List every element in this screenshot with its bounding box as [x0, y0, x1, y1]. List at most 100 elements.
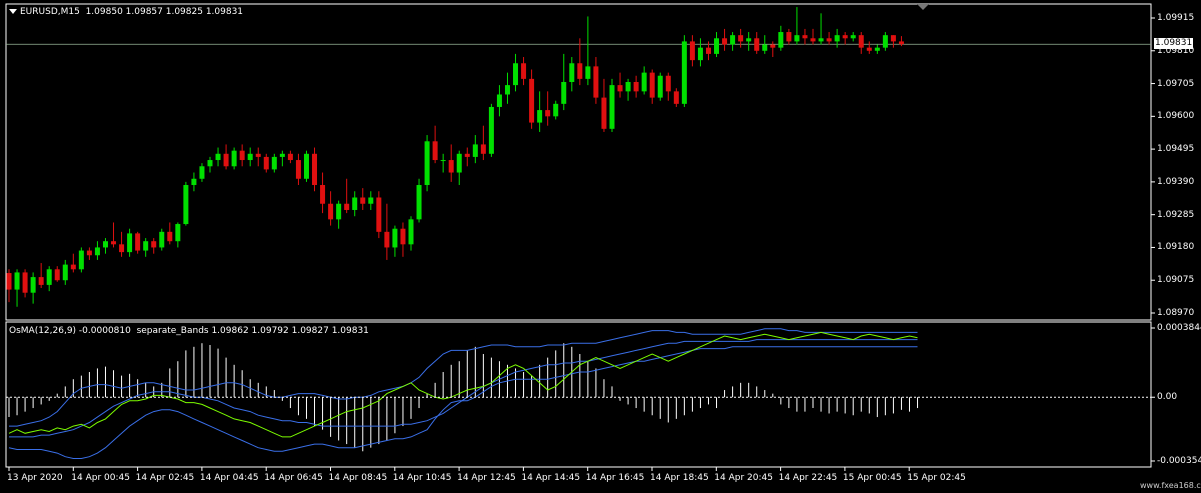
candle-body [207, 160, 213, 167]
candle-body [271, 156, 277, 170]
candle [762, 35, 768, 54]
candle [472, 135, 478, 164]
candle-body [424, 141, 430, 186]
candle-body [496, 94, 502, 107]
candle-body [408, 219, 414, 245]
candle-body [794, 35, 800, 42]
candle [111, 222, 117, 248]
candle [175, 222, 181, 248]
price-axis-label: 1.09495 [1157, 144, 1195, 155]
candle-body [464, 153, 470, 157]
candle-body [858, 35, 864, 48]
candle [722, 28, 728, 51]
candle [778, 25, 784, 51]
candle-body [762, 44, 768, 51]
candle [480, 125, 486, 161]
candle [577, 38, 583, 86]
candle-body [239, 150, 245, 161]
candle [279, 150, 285, 167]
candle [54, 266, 60, 282]
candle-body [770, 44, 776, 48]
candle [545, 91, 551, 126]
candle [223, 144, 229, 170]
candle-body [705, 47, 711, 54]
candle-body [890, 35, 896, 42]
candle-body [392, 228, 398, 248]
candle [617, 72, 623, 98]
candle [94, 241, 100, 260]
candle [826, 32, 832, 45]
current-price-box: 1.09831 [1154, 38, 1194, 49]
candle-body [681, 41, 687, 104]
candle [30, 272, 36, 304]
candle-body [786, 32, 792, 42]
symbol-ohlc-label: EURUSD,M15 1.09850 1.09857 1.09825 1.098… [20, 7, 243, 18]
trading-chart[interactable] [0, 0, 1201, 493]
candle [424, 135, 430, 192]
candle [247, 147, 253, 167]
candle [593, 57, 599, 104]
candle [287, 150, 293, 164]
chart-shift-marker [917, 4, 929, 10]
candle [874, 44, 880, 54]
candle-body [513, 63, 519, 86]
candle [601, 78, 607, 132]
candle-body [167, 231, 173, 242]
candle-body [62, 264, 68, 281]
candle-body [850, 35, 856, 39]
candle [46, 266, 52, 292]
price-axis-label: 1.09285 [1157, 209, 1195, 220]
candle-body [601, 97, 607, 129]
candle-body [802, 35, 808, 39]
candle-body [456, 153, 462, 173]
candle [22, 269, 28, 298]
price-axis-label: 1.09915 [1157, 13, 1195, 23]
candle-body [754, 38, 760, 51]
candle-body [223, 153, 229, 167]
indicator-lines [8, 328, 918, 459]
candle-body [159, 231, 165, 248]
triangle-down-icon[interactable] [9, 9, 17, 14]
candle-body [135, 233, 141, 251]
candle [255, 147, 261, 167]
candle-body [368, 197, 374, 204]
candle-body [46, 269, 52, 285]
candle-body [537, 110, 543, 123]
candle [633, 75, 639, 98]
candle-body [826, 38, 832, 42]
candle [858, 32, 864, 54]
candle [312, 147, 318, 192]
candle-body [722, 38, 728, 45]
candle-body [247, 153, 253, 161]
candle-body [714, 38, 720, 54]
candle-body [593, 66, 599, 98]
price-axis-label: 1.09600 [1157, 111, 1195, 122]
candle [408, 216, 414, 251]
candle [898, 36, 904, 47]
candle-body [689, 41, 695, 61]
candle-body [22, 272, 28, 293]
candle [38, 263, 44, 289]
candle-body [352, 197, 358, 210]
candle-body [151, 241, 157, 248]
candle-body [617, 85, 623, 92]
candle-body [561, 81, 567, 104]
time-axis-label: 14 Apr 10:45 [392, 473, 452, 483]
price-axis-label: 1.09180 [1157, 242, 1195, 253]
time-axis-label: 14 Apr 00:45 [71, 473, 130, 483]
candle-body [191, 178, 197, 186]
candle [681, 35, 687, 107]
candle [207, 156, 213, 173]
candle-body [609, 85, 615, 129]
candle-body [834, 35, 840, 42]
candle-body [400, 228, 406, 245]
candle-body [303, 153, 309, 179]
candle-body [279, 153, 285, 157]
time-axis-label: 14 Apr 04:45 [199, 473, 259, 483]
candle-body [320, 185, 326, 204]
candle-body [746, 38, 752, 42]
candle [86, 247, 92, 260]
candle-body [625, 81, 631, 92]
candle-body [344, 203, 350, 210]
candle-body [440, 160, 446, 162]
